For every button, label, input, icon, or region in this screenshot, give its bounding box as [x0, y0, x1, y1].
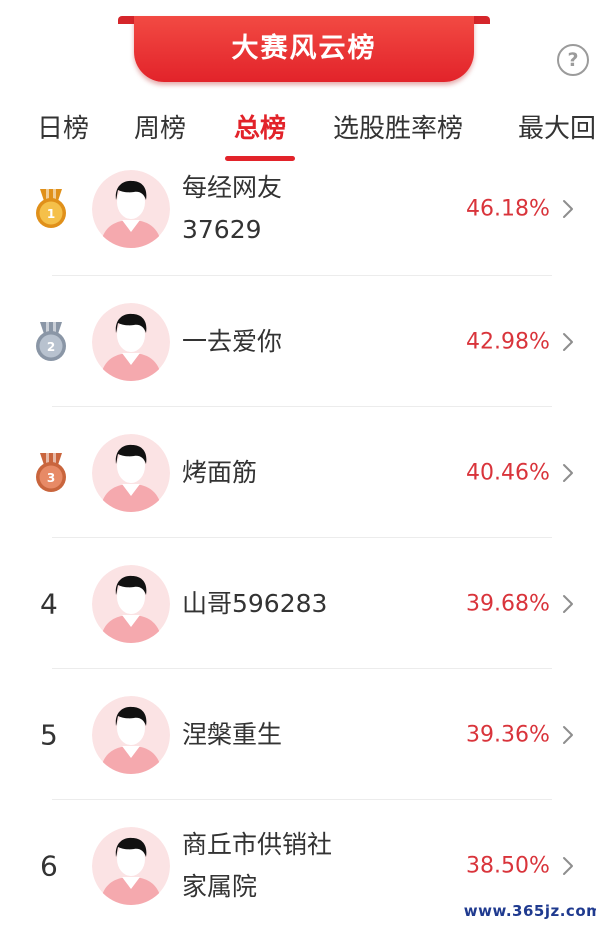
- medal-rank-number: 3: [47, 471, 55, 485]
- rank-number: 6: [40, 849, 58, 882]
- avatar[interactable]: [92, 433, 170, 512]
- medal-rank-number: 2: [47, 340, 55, 354]
- chevron-right-icon[interactable]: [560, 724, 576, 746]
- tab-weekly[interactable]: 周榜: [134, 108, 186, 145]
- help-glyph: ?: [567, 49, 579, 71]
- user-name-line: 山哥596283: [182, 588, 328, 618]
- rank-number: 4: [40, 587, 58, 620]
- bronze-medal-icon: 3: [36, 452, 66, 492]
- ranking-row[interactable]: 1 每经网友 37629 46.18%: [0, 142, 596, 276]
- avatar[interactable]: [92, 170, 170, 248]
- rank-number: 5: [40, 718, 58, 751]
- user-name-line: 一去爱你: [182, 326, 283, 356]
- chevron-right-icon[interactable]: [560, 331, 576, 353]
- return-rate: 39.36%: [466, 722, 550, 747]
- user-name: 一去爱你: [182, 321, 282, 363]
- ranking-row[interactable]: 2 一去爱你 42.98%: [0, 276, 596, 407]
- page-title: 大赛风云榜: [231, 32, 377, 64]
- ranking-row[interactable]: 5 涅槃重生 39.36%: [0, 669, 596, 800]
- user-name-line: 37629: [182, 215, 262, 244]
- user-name: 商丘市供销社 家属院: [182, 824, 422, 908]
- return-rate: 39.68%: [466, 591, 550, 616]
- silver-medal-icon: 2: [36, 321, 66, 361]
- user-name-line: 每经网友: [182, 173, 283, 202]
- avatar[interactable]: [92, 826, 170, 905]
- chevron-right-icon[interactable]: [560, 462, 576, 484]
- chevron-right-icon[interactable]: [560, 198, 576, 220]
- watermark: www.365jz.com: [464, 896, 596, 926]
- return-rate: 42.98%: [466, 329, 550, 354]
- tab-win-rate[interactable]: 选股胜率榜: [333, 108, 463, 145]
- user-name-line: 涅槃重生: [182, 719, 283, 749]
- avatar[interactable]: [92, 695, 170, 774]
- ranking-row[interactable]: 4 山哥596283 39.68%: [0, 538, 596, 669]
- return-rate: 46.18%: [466, 196, 550, 222]
- banner-ribbon: 大赛风云榜: [134, 16, 474, 82]
- help-icon[interactable]: ?: [557, 44, 589, 76]
- ranking-row[interactable]: 3 烤面筋 40.46%: [0, 407, 596, 538]
- gold-medal-icon: 1: [36, 189, 66, 228]
- user-name: 山哥596283: [182, 583, 327, 625]
- user-name-line: 烤面筋: [182, 457, 258, 487]
- user-name-line: 家属院: [182, 871, 258, 901]
- return-rate: 40.46%: [466, 460, 550, 485]
- return-rate: 38.50%: [466, 853, 550, 878]
- tab-max-drawdown[interactable]: 最大回: [518, 108, 596, 145]
- user-name: 烤面筋: [182, 452, 257, 494]
- header-banner: 大赛风云榜: [118, 16, 490, 84]
- chevron-right-icon[interactable]: [560, 593, 576, 615]
- avatar[interactable]: [92, 564, 170, 643]
- tab-daily[interactable]: 日榜: [37, 108, 89, 145]
- chevron-right-icon[interactable]: [560, 855, 576, 877]
- medal-rank-number: 1: [47, 207, 55, 221]
- user-name: 每经网友 37629: [182, 167, 422, 251]
- tab-overall[interactable]: 总榜: [234, 108, 286, 145]
- avatar[interactable]: [92, 302, 170, 381]
- user-name-line: 商丘市供销社: [182, 829, 333, 859]
- user-name: 涅槃重生: [182, 714, 282, 756]
